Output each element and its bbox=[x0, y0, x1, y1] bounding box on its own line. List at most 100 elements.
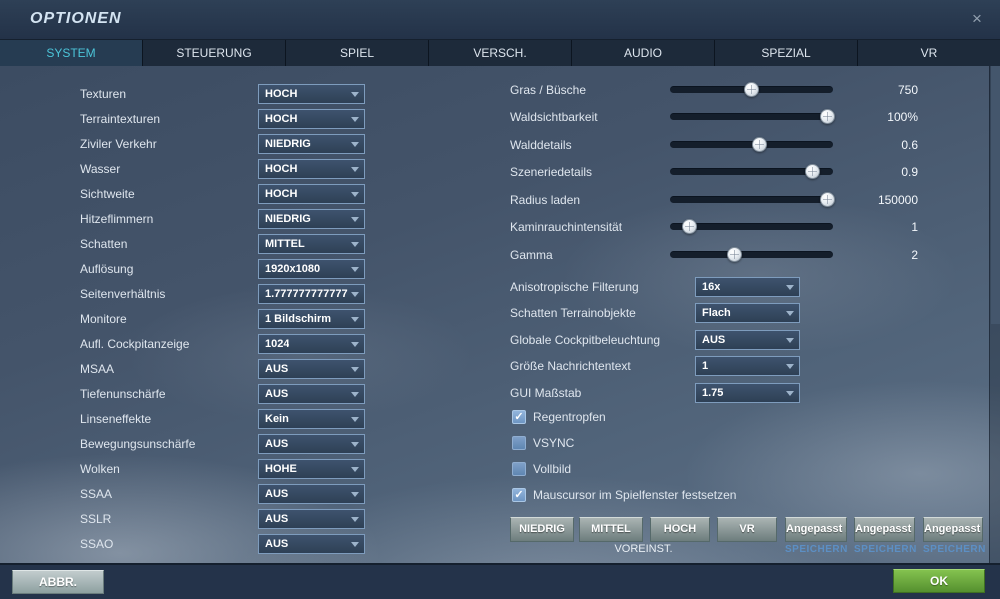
dropdown-value: 1 bbox=[702, 360, 708, 372]
dropdown-gr-e-nachrichtentext[interactable]: 1 bbox=[695, 356, 800, 376]
dropdown-linseneffekte[interactable]: Kein bbox=[258, 409, 365, 429]
dropdown-value: 1920x1080 bbox=[265, 263, 320, 275]
dropdown-schatten[interactable]: MITTEL bbox=[258, 234, 365, 254]
tab-vr[interactable]: VR bbox=[858, 40, 1000, 66]
checkbox-label: Regentropfen bbox=[533, 407, 606, 427]
chevron-down-icon bbox=[351, 317, 359, 322]
dropdown-value: 1 Bildschirm bbox=[265, 313, 331, 325]
dropdown-value: HOCH bbox=[265, 163, 297, 175]
slider-track-gamma[interactable] bbox=[670, 251, 833, 258]
chevron-down-icon bbox=[786, 364, 794, 369]
dropdown-value: AUS bbox=[265, 388, 288, 400]
scrollbar-thumb[interactable] bbox=[991, 66, 1000, 324]
preset-button-vr[interactable]: VR bbox=[717, 517, 777, 542]
tab-audio[interactable]: AUDIO bbox=[572, 40, 715, 66]
checkbox-label: Vollbild bbox=[533, 459, 571, 479]
dropdown-gui-ma-stab[interactable]: 1.75 bbox=[695, 383, 800, 403]
dropdown-ssao[interactable]: AUS bbox=[258, 534, 365, 554]
chevron-down-icon bbox=[351, 542, 359, 547]
preset-button-mittel[interactable]: MITTEL bbox=[579, 517, 643, 542]
dropdown-wolken[interactable]: HOHE bbox=[258, 459, 365, 479]
dropdown-value: 1.7777777777778 bbox=[265, 288, 348, 300]
slider-track-radius-laden[interactable] bbox=[670, 196, 833, 203]
option-label: Sichtweite bbox=[80, 184, 252, 204]
dropdown-bewegungsunsch-rfe[interactable]: AUS bbox=[258, 434, 365, 454]
slider-thumb[interactable] bbox=[727, 247, 742, 262]
chevron-down-icon bbox=[786, 338, 794, 343]
save-link[interactable]: SPEICHERN bbox=[785, 544, 847, 555]
chevron-down-icon bbox=[351, 517, 359, 522]
cancel-button[interactable]: ABBR. bbox=[12, 570, 104, 594]
dropdown-value: HOHE bbox=[265, 463, 297, 475]
preset-button-angepasst-3[interactable]: Angepasst 3 bbox=[923, 517, 983, 542]
tab-spezial[interactable]: SPEZIAL bbox=[715, 40, 858, 66]
page-title: OPTIONEN bbox=[30, 10, 122, 28]
dropdown-msaa[interactable]: AUS bbox=[258, 359, 365, 379]
dropdown-seitenverh-ltnis[interactable]: 1.7777777777778 bbox=[258, 284, 365, 304]
dropdown-value: 16x bbox=[702, 281, 720, 293]
slider-label: Szeneriedetails bbox=[510, 162, 665, 182]
slider-thumb[interactable] bbox=[752, 137, 767, 152]
ok-button[interactable]: OK bbox=[893, 569, 985, 593]
dropdown-aufl-sung[interactable]: 1920x1080 bbox=[258, 259, 365, 279]
dropdown-texturen[interactable]: HOCH bbox=[258, 84, 365, 104]
option-label: Monitore bbox=[80, 309, 252, 329]
checkbox-mauscursor-im-spielfenster-festsetzen[interactable]: ✓ bbox=[512, 488, 526, 502]
scrollbar-track[interactable] bbox=[989, 66, 1000, 563]
dropdown-value: HOCH bbox=[265, 113, 297, 125]
slider-track-waldsichtbarkeit[interactable] bbox=[670, 113, 833, 120]
tab-spiel[interactable]: SPIEL bbox=[286, 40, 429, 66]
tab-system[interactable]: SYSTEM bbox=[0, 40, 143, 66]
slider-thumb[interactable] bbox=[682, 219, 697, 234]
dropdown-value: AUS bbox=[702, 334, 725, 346]
dropdown-anisotropische-filterung[interactable]: 16x bbox=[695, 277, 800, 297]
content-area: VOREINST. TexturenHOCHTerraintexturenHOC… bbox=[0, 66, 1000, 565]
dropdown-aufl-cockpitanzeige[interactable]: 1024 bbox=[258, 334, 365, 354]
checkbox-vsync[interactable] bbox=[512, 436, 526, 450]
option-label: Schatten Terrainobjekte bbox=[510, 303, 692, 323]
preset-button-angepasst-2[interactable]: Angepasst 2 bbox=[854, 517, 915, 542]
checkbox-regentropfen[interactable]: ✓ bbox=[512, 410, 526, 424]
option-label: MSAA bbox=[80, 359, 252, 379]
title-bar: OPTIONEN × bbox=[0, 0, 1000, 40]
dropdown-monitore[interactable]: 1 Bildschirm bbox=[258, 309, 365, 329]
save-link[interactable]: SPEICHERN bbox=[923, 544, 983, 555]
chevron-down-icon bbox=[351, 467, 359, 472]
slider-track-gras-b-sche[interactable] bbox=[670, 86, 833, 93]
checkbox-label: VSYNC bbox=[533, 433, 574, 453]
slider-track-szeneriedetails[interactable] bbox=[670, 168, 833, 175]
preset-button-hoch[interactable]: HOCH bbox=[650, 517, 710, 542]
save-link[interactable]: SPEICHERN bbox=[854, 544, 915, 555]
checkbox-vollbild[interactable] bbox=[512, 462, 526, 476]
slider-label: Waldsichtbarkeit bbox=[510, 107, 665, 127]
slider-track-kaminrauchintensit-t[interactable] bbox=[670, 223, 833, 230]
preset-button-niedrig[interactable]: NIEDRIG bbox=[510, 517, 574, 542]
option-label: SSAA bbox=[80, 484, 252, 504]
presets-group-label: VOREINST. bbox=[510, 543, 777, 555]
preset-button-angepasst-1[interactable]: Angepasst 1 bbox=[785, 517, 847, 542]
dropdown-sslr[interactable]: AUS bbox=[258, 509, 365, 529]
dropdown-ssaa[interactable]: AUS bbox=[258, 484, 365, 504]
slider-track-walddetails[interactable] bbox=[670, 141, 833, 148]
close-icon[interactable]: × bbox=[968, 10, 986, 28]
slider-label: Kaminrauchintensität bbox=[510, 217, 665, 237]
dropdown-terraintexturen[interactable]: HOCH bbox=[258, 109, 365, 129]
dropdown-tiefenunsch-rfe[interactable]: AUS bbox=[258, 384, 365, 404]
slider-thumb[interactable] bbox=[744, 82, 759, 97]
dropdown-value: HOCH bbox=[265, 188, 297, 200]
tab-steuerung[interactable]: STEUERUNG bbox=[143, 40, 286, 66]
chevron-down-icon bbox=[351, 392, 359, 397]
dropdown-ziviler-verkehr[interactable]: NIEDRIG bbox=[258, 134, 365, 154]
dropdown-hitzeflimmern[interactable]: NIEDRIG bbox=[258, 209, 365, 229]
option-label: Wolken bbox=[80, 459, 252, 479]
dropdown-globale-cockpitbeleuchtung[interactable]: AUS bbox=[695, 330, 800, 350]
chevron-down-icon bbox=[351, 267, 359, 272]
slider-thumb[interactable] bbox=[805, 164, 820, 179]
option-label: SSLR bbox=[80, 509, 252, 529]
dropdown-wasser[interactable]: HOCH bbox=[258, 159, 365, 179]
tab-versch[interactable]: VERSCH. bbox=[429, 40, 572, 66]
dropdown-schatten-terrainobjekte[interactable]: Flach bbox=[695, 303, 800, 323]
chevron-down-icon bbox=[351, 292, 359, 297]
option-label: SSAO bbox=[80, 534, 252, 554]
dropdown-sichtweite[interactable]: HOCH bbox=[258, 184, 365, 204]
